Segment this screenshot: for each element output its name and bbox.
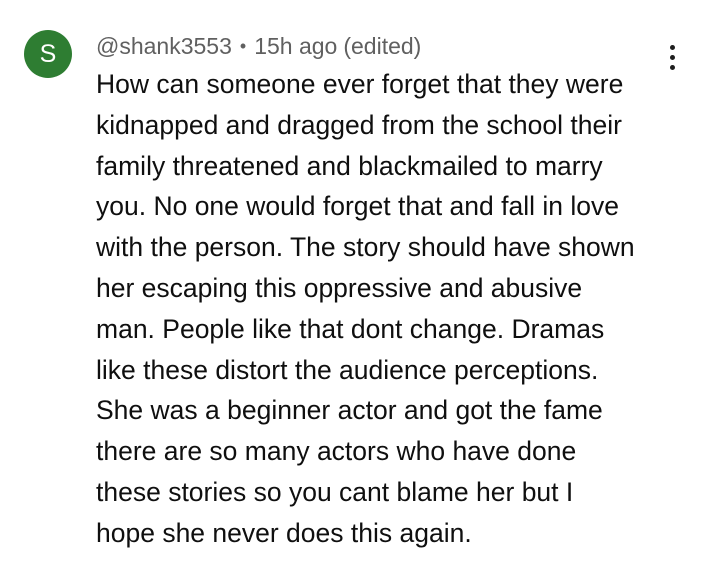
comment-text-line: hope she never does this again. bbox=[96, 517, 472, 548]
comment-text-line: family threatened and blackmailed to mar… bbox=[96, 150, 603, 181]
comment-text-line: there are so many actors who have done bbox=[96, 436, 577, 467]
comment-text-line: her escaping this oppressive and abusive bbox=[96, 272, 583, 303]
comment-header: @shank3553 • 15h ago (edited) bbox=[96, 31, 421, 61]
comment-text-line: kidnapped and dragged from the school th… bbox=[96, 109, 622, 140]
comment-text: How can someone ever forget that they we… bbox=[96, 64, 676, 554]
comment-text-line: you. No one would forget that and fall i… bbox=[96, 191, 619, 222]
comment-text-line: with the person. The story should have s… bbox=[96, 232, 635, 263]
comment-text-line: man. People like that dont change. Drama… bbox=[96, 313, 605, 344]
header-separator: • bbox=[239, 35, 247, 56]
more-vertical-icon bbox=[669, 44, 675, 50]
comment-item: S @shank3553 • 15h ago (edited) How can … bbox=[0, 0, 720, 563]
avatar[interactable]: S bbox=[24, 30, 72, 78]
avatar-letter: S bbox=[39, 39, 57, 68]
timestamp: 15h ago bbox=[254, 32, 338, 59]
comment-text-line: She was a beginner actor and got the fam… bbox=[96, 395, 603, 426]
comment-text-line: these stories so you cant blame her but … bbox=[96, 476, 574, 507]
comment-text-line: How can someone ever forget that they we… bbox=[96, 69, 624, 99]
comment-text-line: like these distort the audience percepti… bbox=[96, 354, 599, 385]
edited-label: (edited) bbox=[343, 32, 422, 59]
more-vertical-icon bbox=[669, 54, 675, 60]
author-handle[interactable]: @shank3553 bbox=[96, 33, 232, 60]
